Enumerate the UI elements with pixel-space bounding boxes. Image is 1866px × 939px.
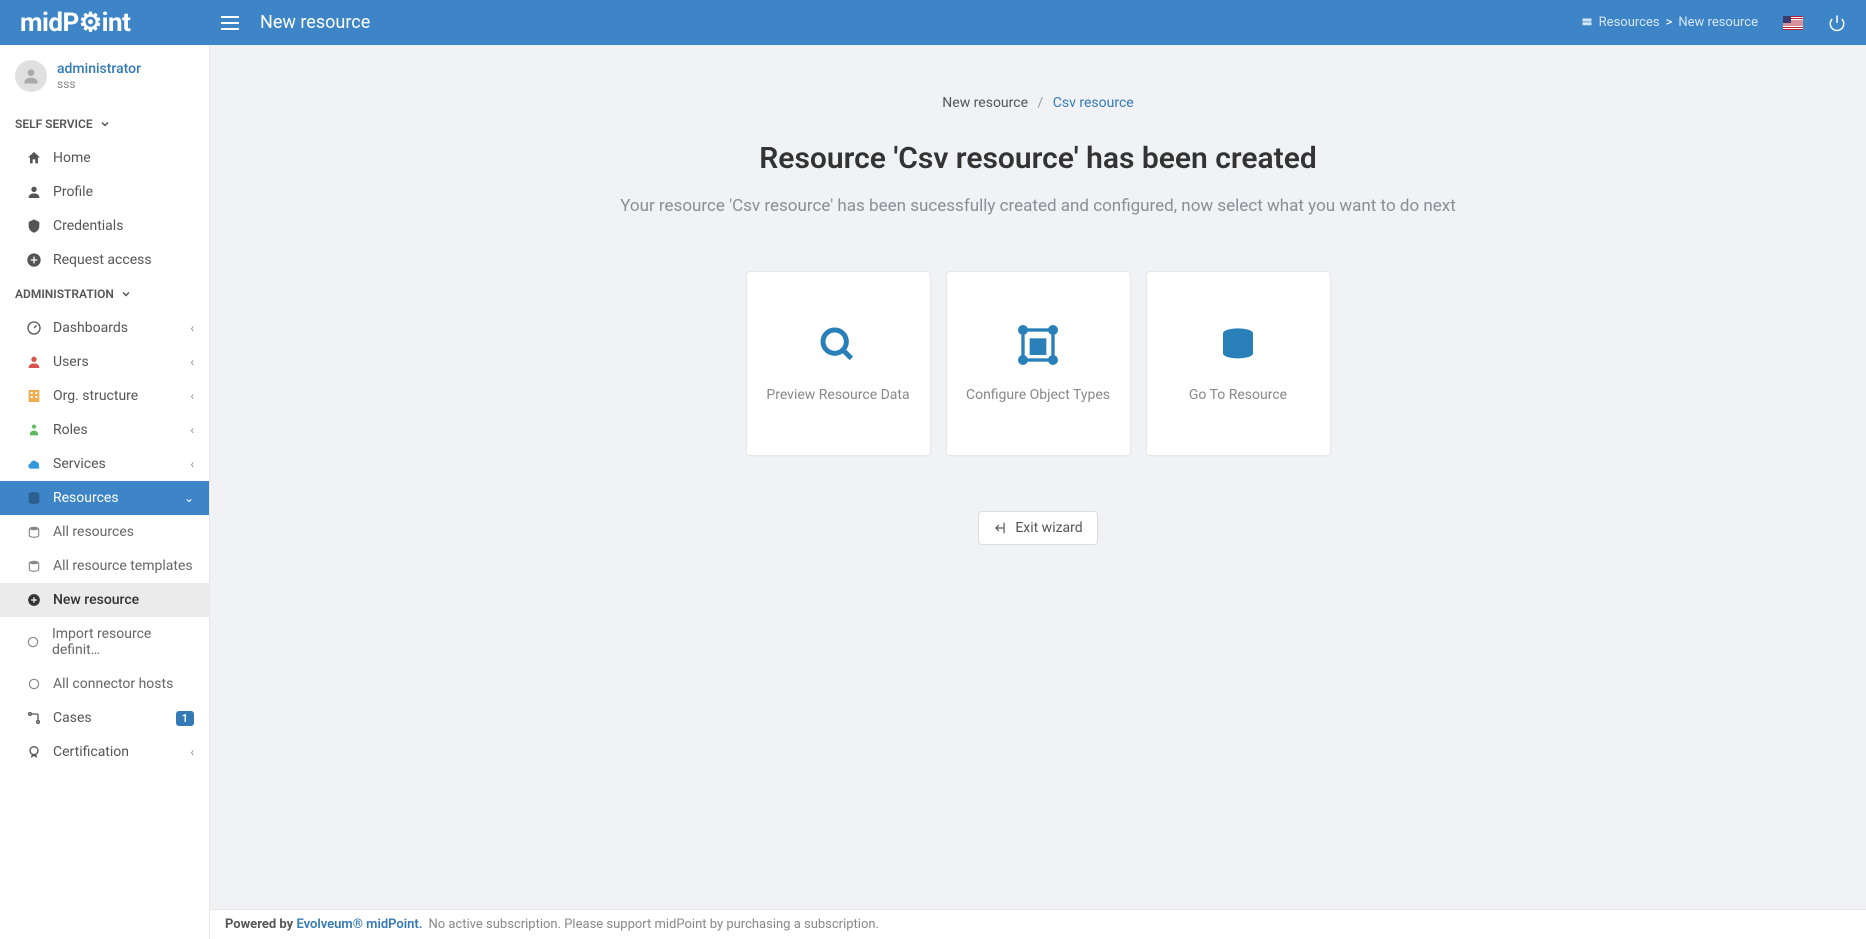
sidebar-item-resources[interactable]: Resources ⌄ [0,481,209,515]
breadcrumb-current[interactable]: New resource [1678,15,1758,30]
app-logo[interactable]: midP⚙int [0,0,210,45]
user-block[interactable]: administrator sss [0,45,209,107]
exit-wizard-button[interactable]: Exit wizard [978,511,1097,545]
tile-configure-object-types[interactable]: Configure Object Types [946,271,1131,456]
tile-preview-resource-data[interactable]: Preview Resource Data [746,271,931,456]
menu-toggle-button[interactable] [210,16,250,30]
sidebar-item-credentials[interactable]: Credentials [0,209,209,243]
database-icon [25,559,43,573]
tile-label: Go To Resource [1189,387,1287,403]
circle-icon [25,635,42,649]
footer-message: No active subscription. Please support m… [428,917,879,932]
power-icon[interactable] [1828,14,1846,32]
top-bar: midP⚙int New resource Resources > New re… [0,0,1866,45]
chevron-left-icon: ‹ [190,457,194,471]
building-icon [25,388,43,404]
user-subtitle: sss [57,77,141,91]
certificate-icon [25,744,43,760]
shield-icon [25,218,43,234]
chevron-left-icon: ‹ [190,423,194,437]
main-content: New resource / Csv resource Resource 'Cs… [210,45,1866,909]
sidebar-item-request-access[interactable]: Request access [0,243,209,277]
database-icon [25,525,43,539]
breadcrumb-root[interactable]: Resources [1599,15,1660,30]
exit-icon [993,521,1007,535]
chevron-left-icon: ‹ [190,745,194,759]
flow-icon [25,710,43,726]
tile-label: Configure Object Types [966,387,1110,403]
footer-brand-link[interactable]: Evolveum® midPoint. [296,917,422,932]
sidebar-item-home[interactable]: Home [0,141,209,175]
locale-flag-us[interactable] [1783,16,1803,30]
chevron-left-icon: ‹ [190,389,194,403]
page-subtitle: Your resource 'Csv resource' has been su… [250,196,1826,216]
sidebar-item-users[interactable]: Users ‹ [0,345,209,379]
sidebar: administrator sss SELF SERVICE Home Prof… [0,45,210,939]
crumb-current[interactable]: Csv resource [1053,95,1134,111]
wizard-breadcrumb: New resource / Csv resource [250,95,1826,111]
chevron-down-icon: ⌄ [184,491,194,505]
search-icon [818,325,858,365]
user-name: administrator [57,61,141,77]
action-tiles: Preview Resource Data Configure Object T… [250,271,1826,456]
object-group-icon [1018,325,1058,365]
chevron-down-icon [99,118,111,130]
database-icon [1218,325,1258,365]
database-icon [25,490,43,506]
section-administration[interactable]: ADMINISTRATION [0,277,209,311]
page-title: New resource [260,12,370,33]
dashboard-icon [25,320,43,336]
sidebar-item-dashboards[interactable]: Dashboards ‹ [0,311,209,345]
home-icon [25,150,43,166]
sidebar-item-roles[interactable]: Roles ‹ [0,413,209,447]
sidebar-item-org-structure[interactable]: Org. structure ‹ [0,379,209,413]
circle-icon [25,677,43,691]
plus-circle-icon [25,252,43,268]
sidebar-item-all-connector-hosts[interactable]: All connector hosts [0,667,209,701]
tile-label: Preview Resource Data [766,387,909,403]
breadcrumb: Resources > New resource [1581,15,1758,30]
tile-go-to-resource[interactable]: Go To Resource [1146,271,1331,456]
footer: Powered by Evolveum® midPoint. No active… [210,909,1866,939]
crumb-parent: New resource [942,95,1028,111]
section-self-service[interactable]: SELF SERVICE [0,107,209,141]
page-heading: Resource 'Csv resource' has been created [250,141,1826,176]
sidebar-item-profile[interactable]: Profile [0,175,209,209]
hamburger-icon [221,16,239,30]
cloud-icon [25,456,43,472]
person-icon [25,184,43,200]
sidebar-item-import-resource-def[interactable]: Import resource definit… [0,617,209,667]
sidebar-item-all-templates[interactable]: All resource templates [0,549,209,583]
sidebar-item-cases[interactable]: Cases 1 [0,701,209,735]
plus-circle-icon [25,593,43,607]
sidebar-item-certification[interactable]: Certification ‹ [0,735,209,769]
role-icon [25,422,43,438]
sidebar-item-all-resources[interactable]: All resources [0,515,209,549]
chevron-down-icon [120,288,132,300]
sidebar-item-services[interactable]: Services ‹ [0,447,209,481]
chevron-left-icon: ‹ [190,321,194,335]
user-icon [25,354,43,370]
sidebar-item-new-resource[interactable]: New resource [0,583,209,617]
avatar [15,60,47,92]
resources-icon [1581,17,1593,29]
cases-badge: 1 [176,711,194,726]
chevron-left-icon: ‹ [190,355,194,369]
